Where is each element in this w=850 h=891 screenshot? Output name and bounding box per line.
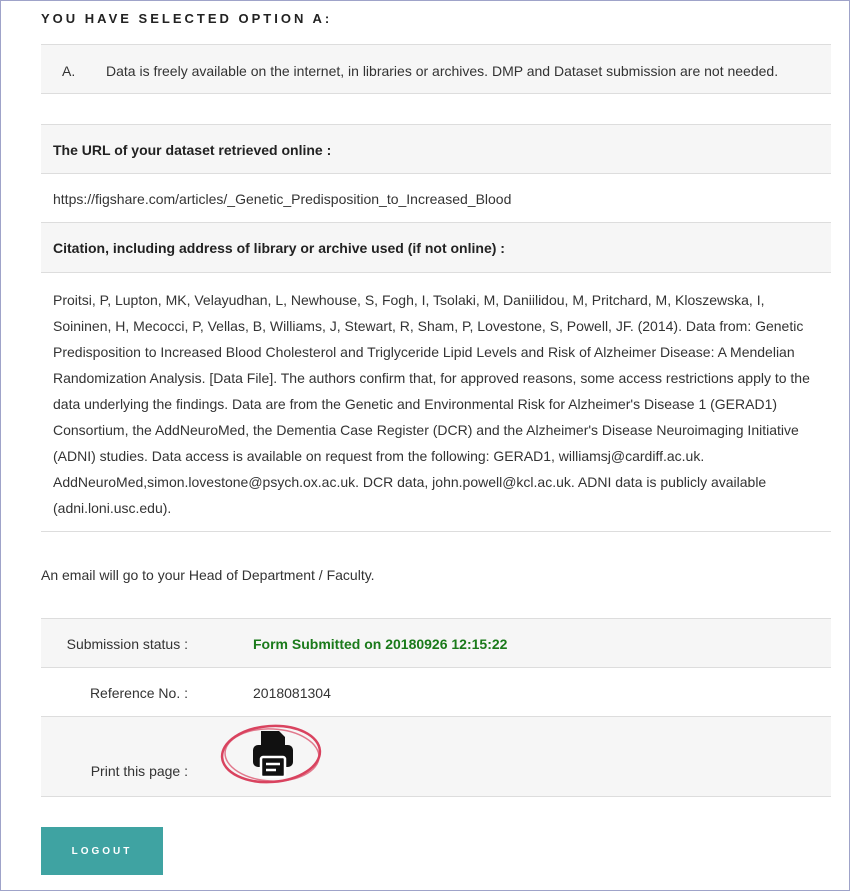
selected-option-row: A. Data is freely available on the inter… — [41, 44, 831, 94]
page-heading: YOU HAVE SELECTED OPTION A: — [41, 11, 333, 26]
url-label-row: The URL of your dataset retrieved online… — [41, 124, 831, 174]
logout-button[interactable]: LOGOUT — [41, 827, 163, 875]
page-frame: YOU HAVE SELECTED OPTION A: A. Data is f… — [0, 0, 850, 891]
print-row: Print this page : — [41, 717, 831, 797]
citation-label-row: Citation, including address of library o… — [41, 223, 831, 273]
email-note: An email will go to your Head of Departm… — [41, 567, 375, 583]
printer-icon — [220, 724, 322, 784]
citation-text: Proitsi, P, Lupton, MK, Velayudhan, L, N… — [53, 292, 810, 516]
reference-label: Reference No. : — [89, 685, 188, 701]
url-value-row: https://figshare.com/articles/_Genetic_P… — [41, 174, 831, 223]
submission-status-value: Form Submitted on 20180926 12:15:22 — [253, 636, 508, 652]
reference-row: Reference No. : 2018081304 — [41, 668, 831, 717]
submission-status-row: Submission status : Form Submitted on 20… — [41, 618, 831, 668]
citation-value-row: Proitsi, P, Lupton, MK, Velayudhan, L, N… — [41, 273, 831, 532]
print-button[interactable] — [219, 721, 323, 787]
citation-label: Citation, including address of library o… — [53, 240, 505, 256]
url-label: The URL of your dataset retrieved online… — [53, 142, 332, 158]
print-label: Print this page : — [90, 763, 188, 779]
printer-paper-top — [261, 731, 285, 745]
dataset-url: https://figshare.com/articles/_Genetic_P… — [53, 191, 512, 207]
option-description: Data is freely available on the internet… — [106, 63, 779, 79]
option-letter: A. — [62, 63, 76, 79]
submission-status-label: Submission status : — [66, 636, 188, 652]
reference-value: 2018081304 — [253, 685, 331, 701]
printer-paper-out — [259, 755, 287, 779]
